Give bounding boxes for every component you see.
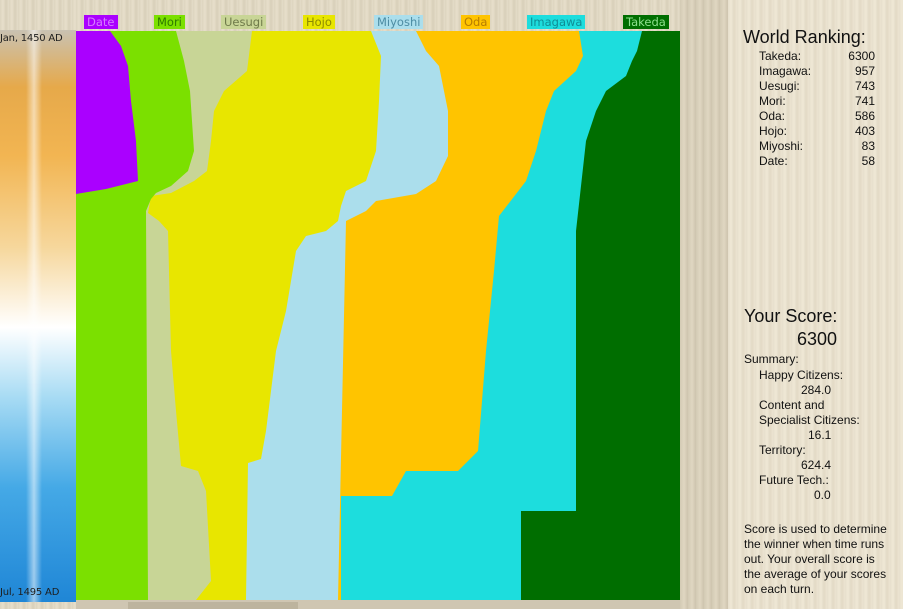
your-score-title: Your Score:	[744, 306, 838, 326]
ranking-value: 403	[854, 124, 875, 138]
content-citizens-value: 16.1	[808, 428, 832, 442]
legend-mori: Mori	[154, 15, 185, 29]
ranking-row: Takeda: 6300	[759, 49, 875, 64]
history-chart	[76, 31, 680, 600]
chart-scrollbar[interactable]	[76, 600, 680, 609]
ranking-value: 743	[854, 79, 875, 93]
ranking-name: Imagawa:	[759, 64, 812, 78]
legend-takeda: Takeda	[623, 15, 669, 29]
happy-citizens-label: Happy Citizens:	[759, 368, 844, 382]
ranking-value: 83	[861, 139, 875, 153]
timeline-end-label: Jul, 1495 AD	[0, 587, 60, 598]
panel-divider	[680, 0, 728, 609]
ranking-value: 957	[854, 64, 875, 78]
ranking-row: Date: 58	[759, 154, 875, 169]
score-explanation: Score is used to determine the winner wh…	[744, 522, 887, 596]
score-panel: World Ranking: Takeda: 6300 Imagawa: 957 U…	[728, 0, 903, 609]
ranking-row: Oda: 586	[759, 109, 875, 124]
ranking-row: Uesugi: 743	[759, 79, 875, 94]
ranking-name: Hojo:	[759, 124, 788, 138]
legend-miyoshi: Miyoshi	[374, 15, 424, 29]
legend-date: Date	[84, 15, 118, 29]
ranking-row: Mori: 741	[759, 94, 875, 109]
timeline-start-label: Jan, 1450 AD	[0, 33, 63, 44]
specialist-citizens-label: Specialist Citizens:	[759, 413, 860, 427]
history-chart-svg	[76, 31, 680, 600]
ranking-row: Hojo: 403	[759, 124, 875, 139]
ranking-name: Mori:	[759, 94, 786, 108]
legend-oda: Oda	[461, 15, 491, 29]
timeline-bar	[0, 30, 76, 602]
territory-label: Territory:	[759, 443, 806, 457]
ranking-row: Imagawa: 957	[759, 64, 875, 79]
legend-hojo: Hojo	[303, 15, 335, 29]
ranking-name: Oda:	[759, 109, 786, 123]
ranking-row: Miyoshi: 83	[759, 139, 875, 154]
ranking-name: Takeda:	[759, 49, 802, 63]
ranking-name: Uesugi:	[759, 79, 800, 93]
ranking-value: 586	[854, 109, 875, 123]
future-tech-label: Future Tech.:	[759, 473, 829, 487]
summary-label: Summary:	[744, 352, 799, 366]
territory-value: 624.4	[801, 458, 832, 472]
content-citizens-label: Content and	[759, 398, 825, 412]
legend-uesugi: Uesugi	[221, 15, 267, 29]
world-ranking-title: World Ranking:	[743, 27, 866, 47]
your-score-value: 6300	[797, 329, 838, 349]
ranking-value: 58	[861, 154, 875, 168]
ranking-value: 6300	[848, 49, 875, 63]
ranking-name: Date:	[759, 154, 788, 168]
legend-imagawa: Imagawa	[527, 15, 586, 29]
chart-scroll-thumb[interactable]	[128, 602, 298, 609]
happy-citizens-value: 284.0	[801, 383, 832, 397]
future-tech-value: 0.0	[814, 488, 831, 502]
ranking-value: 741	[854, 94, 875, 108]
ranking-name: Miyoshi:	[759, 139, 804, 153]
